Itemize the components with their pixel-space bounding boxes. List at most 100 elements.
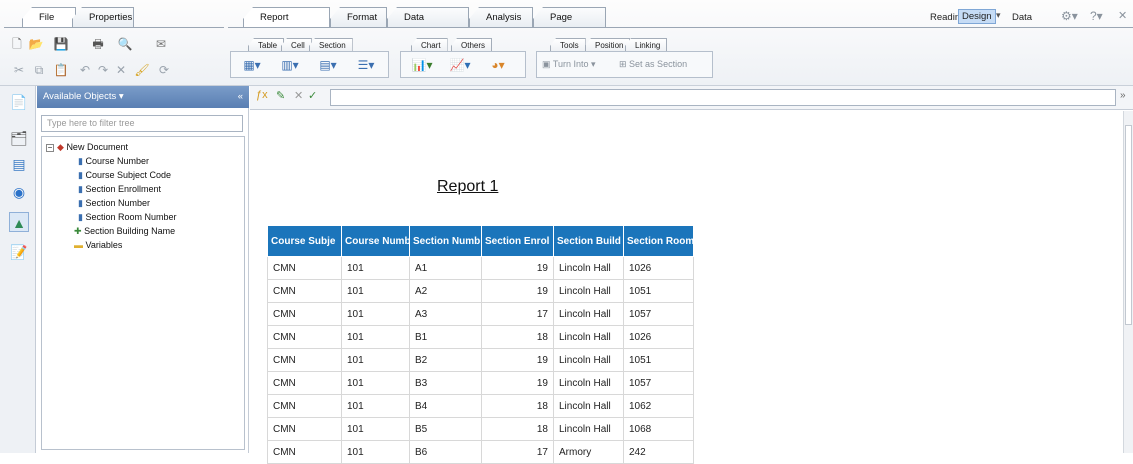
email-icon[interactable]: ✉ [150,36,172,52]
collapse-panel-icon[interactable]: « [238,86,243,108]
column-header[interactable]: Course Subje [267,225,342,257]
tab-page-setup[interactable]: Page Setup [533,7,606,28]
subtab-section[interactable]: Section [309,38,353,52]
help-icon[interactable]: ?▾ [1090,9,1103,23]
tree-item[interactable]: ▮ Section Room Number [78,211,177,223]
input-controls-icon[interactable]: ▤ [9,154,29,174]
document-summary-icon[interactable]: 📄 [9,92,29,112]
copy-icon[interactable]: ⧉ [32,62,46,78]
table-cell: 1062 [623,394,694,418]
insert-column-icon[interactable]: ▤▾ [311,57,345,73]
table-cell: 18 [481,394,554,418]
table-tools-group: ▦▾ ▥▾ ▤▾ ☰▾ [230,51,389,78]
table-row[interactable]: CMN 101 A3 17 Lincoln Hall 1057 [267,302,694,326]
table-cell: 19 [481,348,554,372]
vertical-scrollbar[interactable] [1123,111,1133,453]
subtab-table[interactable]: Table [248,38,285,52]
subtab-chart[interactable]: Chart [411,38,448,52]
data-mode-link[interactable]: Data [1012,12,1032,23]
toolbar-area: File Properties Report Element Format Da… [0,0,1133,86]
tree-item[interactable]: ▮ Section Enrollment [78,183,161,195]
tab-format[interactable]: Format [330,7,387,28]
refresh-icon[interactable]: ⟳ [156,62,172,78]
cancel-formula-icon[interactable]: ✕ [294,89,303,102]
design-mode-button[interactable]: Design [958,9,996,24]
tab-file[interactable]: File [22,7,76,28]
cut-icon[interactable]: ✂ [12,62,26,78]
save-icon[interactable]: 💾 [50,36,72,52]
data-sources-icon[interactable]: ◉ [9,182,29,202]
table-row[interactable]: CMN 101 A1 19 Lincoln Hall 1026 [267,256,694,280]
turn-into-button[interactable]: ▣ Turn Into ▾ [542,59,596,70]
column-header[interactable]: Section Numb [409,225,482,257]
formula-editor-icon[interactable]: ƒx [256,89,268,101]
tab-data-access[interactable]: Data Access [387,7,469,28]
collapse-node-icon[interactable]: − [46,144,54,152]
subtab-cell[interactable]: Cell [281,38,312,52]
create-variable-icon[interactable]: ✎ [276,89,285,102]
delete-icon[interactable]: ✕ [114,62,128,78]
report-table[interactable]: Course Subje Course Numb Section Numb Se… [267,225,694,464]
subtab-position[interactable]: Position [585,38,631,52]
column-header[interactable]: Section Build [553,225,624,257]
bar-chart-icon[interactable]: 📊▾ [405,57,439,73]
tree-root-label: New Document [66,142,128,152]
column-header[interactable]: Section Enrol [481,225,554,257]
available-objects-icon[interactable]: ▲ [9,212,29,232]
table-cell: 1026 [623,256,694,280]
table-row[interactable]: CMN 101 B4 18 Lincoln Hall 1062 [267,394,694,418]
formula-input[interactable] [330,89,1116,106]
validate-formula-icon[interactable]: ✓ [308,89,317,102]
table-row[interactable]: CMN 101 B3 19 Lincoln Hall 1057 [267,371,694,395]
close-icon[interactable]: ✕ [1118,9,1127,22]
dimension-icon: ▮ [78,184,83,194]
filter-tree-input[interactable]: Type here to filter tree [41,115,243,132]
table-cell: 101 [341,371,410,395]
expand-formula-icon[interactable]: » [1120,90,1126,101]
tab-properties[interactable]: Properties [72,7,134,28]
table-row[interactable]: CMN 101 B2 19 Lincoln Hall 1051 [267,348,694,372]
set-as-section-button[interactable]: ⊞ Set as Section [619,59,687,70]
column-header[interactable]: Section Room [623,225,694,257]
navigation-map-icon[interactable]: 🗂 [9,128,29,148]
column-header[interactable]: Course Numb [341,225,410,257]
table-row[interactable]: CMN 101 B1 18 Lincoln Hall 1026 [267,325,694,349]
table-row[interactable]: CMN 101 B6 17 Armory 242 [267,440,694,464]
subtab-others[interactable]: Others [451,38,493,52]
pie-chart-icon[interactable]: ◕▾ [481,57,515,73]
table-row[interactable]: CMN 101 B5 18 Lincoln Hall 1068 [267,417,694,441]
table-row[interactable]: CMN 101 A2 19 Lincoln Hall 1051 [267,279,694,303]
cell-icon[interactable]: ▥▾ [273,57,307,73]
subtab-tools[interactable]: Tools [550,38,586,52]
undo-icon[interactable]: ↶ [78,62,92,78]
table-cell: 17 [481,440,554,464]
open-folder-icon[interactable]: 📂 [26,36,46,52]
tree-item[interactable]: ▮ Course Number [78,155,149,167]
document-structure-icon[interactable]: 📝 [9,242,29,262]
print-icon[interactable]: 🖶 [89,36,107,52]
mode-dropdown-arrow[interactable]: ▾ [996,10,1001,21]
table-icon[interactable]: ▦▾ [235,57,269,73]
paste-icon[interactable]: 📋 [50,62,72,78]
table-cell: 1057 [623,302,694,326]
panel-header[interactable]: Available Objects ▾ « [37,86,249,108]
tree-item-variables[interactable]: ▬ Variables [74,239,122,251]
new-document-icon[interactable]: 🗋 [10,36,24,52]
tree-root[interactable]: − ◆ New Document [46,141,128,153]
tree-item[interactable]: ✚ Section Building Name [74,225,175,237]
redo-icon[interactable]: ↷ [96,62,110,78]
table-cell: B3 [409,371,482,395]
side-icon-strip: 📄 🗂 ▤ ◉ ▲ 📝 [0,86,36,453]
find-icon[interactable]: 🔍 [116,36,134,52]
tab-report-element[interactable]: Report Element [243,7,330,28]
gear-icon[interactable]: ⚙▾ [1061,9,1078,23]
tab-analysis[interactable]: Analysis [469,7,533,28]
line-chart-icon[interactable]: 📈▾ [443,57,477,73]
report-title[interactable]: Report 1 [437,178,498,196]
tree-item[interactable]: ▮ Course Subject Code [78,169,171,181]
format-painter-icon[interactable]: 🖌 [134,62,150,78]
scrollbar-thumb[interactable] [1125,125,1132,325]
section-icon[interactable]: ☰▾ [349,57,383,73]
tree-item[interactable]: ▮ Section Number [78,197,150,209]
subtab-linking[interactable]: Linking [625,38,668,52]
